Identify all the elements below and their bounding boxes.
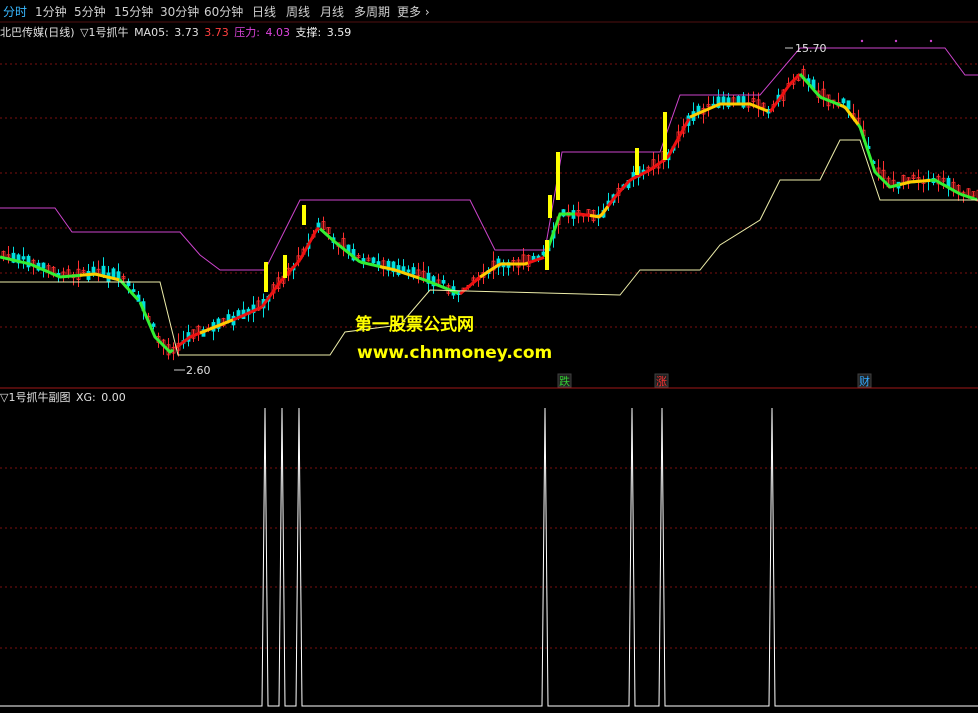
trend-line-highlight-1	[199, 318, 234, 335]
signal-bar-5	[556, 152, 560, 200]
resistance-dot-2	[929, 39, 933, 43]
trend-line-segment-9	[768, 72, 802, 113]
support-line	[0, 139, 978, 356]
watermark-url: www.chnmoney.com	[357, 343, 553, 363]
candle-body	[406, 269, 411, 273]
candle-body	[91, 266, 96, 273]
signal-bar-3	[545, 240, 549, 270]
candle-body	[226, 314, 231, 321]
resistance-dot-0	[860, 39, 864, 43]
trend-line-segment-7	[575, 118, 691, 219]
candle-body	[441, 280, 446, 284]
resistance-line	[0, 47, 978, 271]
xg-signal-line	[0, 407, 978, 707]
candle-body	[131, 289, 136, 293]
signal-bar-2	[302, 205, 306, 225]
event-tag-1[interactable]: 涨	[656, 375, 667, 388]
event-tag-0[interactable]: 跌	[559, 374, 570, 388]
trend-line-highlight-6	[899, 178, 931, 186]
candle-body	[236, 310, 241, 317]
signal-bar-1	[283, 255, 287, 278]
signal-bar-6	[635, 148, 639, 175]
signal-bar-0	[264, 262, 268, 292]
candle-body	[741, 96, 746, 108]
candle-body	[371, 257, 376, 264]
candle-body	[41, 262, 46, 269]
candle-body	[411, 267, 416, 275]
signal-bar-4	[548, 195, 552, 218]
event-tag-2[interactable]: 财	[859, 374, 870, 388]
signal-bar-7	[663, 112, 667, 160]
watermark-title: 第一股票公式网	[355, 315, 474, 335]
candle-body	[841, 98, 846, 104]
candle-body	[151, 323, 156, 327]
candle-body	[21, 256, 26, 260]
trend-line-segment-3	[260, 226, 321, 308]
candle-body	[116, 271, 121, 279]
high-marker-label: 15.70	[795, 42, 827, 55]
candle-body	[316, 222, 321, 228]
low-marker-label: 2.60	[186, 364, 211, 377]
resistance-dot-1	[894, 39, 898, 43]
candle-body	[101, 265, 106, 276]
